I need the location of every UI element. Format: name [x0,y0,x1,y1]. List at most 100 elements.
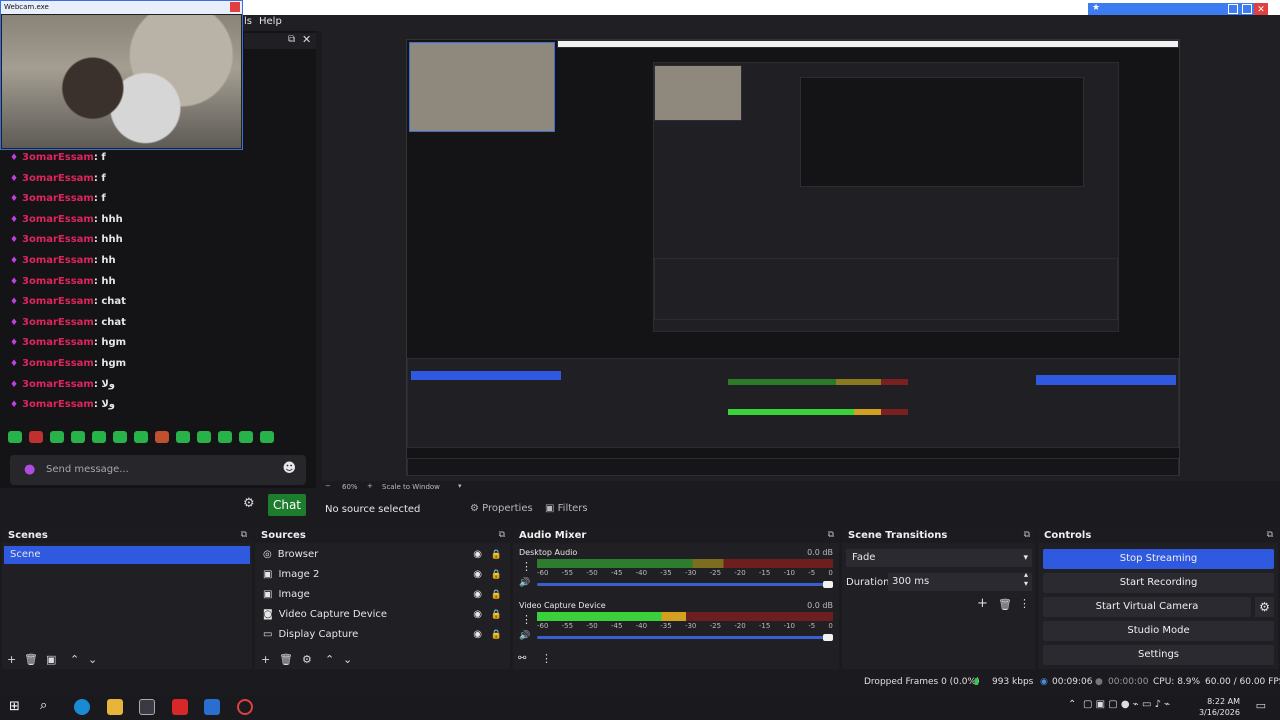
search-icon[interactable]: ⌕ [40,698,47,713]
chat-username[interactable]: 3omarEssam [22,152,94,163]
eye-icon[interactable]: ◉ [473,626,482,644]
source-item[interactable]: ▣ Image 2 ◉ 🔒 [257,566,508,584]
chat-username[interactable]: 3omarEssam [22,379,94,390]
eye-icon[interactable]: ◉ [473,586,482,604]
menu-item-help[interactable]: Help [259,16,282,27]
lock-icon[interactable]: 🔒 [491,546,502,564]
volume-slider-knob[interactable] [823,634,833,641]
more-icon[interactable]: ⋮ [541,652,552,665]
chat-username[interactable]: 3omarEssam [22,296,94,307]
emote-icon[interactable] [134,431,148,443]
emote-icon[interactable] [92,431,106,443]
emote-icon[interactable] [71,431,85,443]
chat-username[interactable]: 3omarEssam [22,255,94,266]
clock[interactable]: 8:22 AM 3/16/2026 [1199,696,1240,718]
chat-username[interactable]: 3omarEssam [22,317,94,328]
notification-icon[interactable]: ▭ [1256,699,1266,712]
close-icon[interactable] [230,2,240,12]
trash-icon[interactable]: 🗑 [24,653,38,666]
scale-mode[interactable]: Scale to Window [382,483,440,491]
properties-button[interactable]: ⚙ Properties [470,503,533,514]
close-icon[interactable]: ✕ [302,33,311,46]
volume-slider[interactable] [537,583,833,586]
obs-icon[interactable] [237,699,253,715]
float-icon[interactable]: ⧉ [1267,530,1273,540]
chat-button[interactable]: Chat [268,494,306,516]
studio-mode-button[interactable]: Studio Mode [1043,621,1274,641]
lock-icon[interactable]: 🔒 [491,566,502,584]
add-icon[interactable]: + [7,653,16,666]
add-icon[interactable]: + [977,596,988,611]
gear-icon[interactable]: ⚙ [1255,597,1274,617]
add-icon[interactable]: + [261,653,270,666]
chat-username[interactable]: 3omarEssam [22,276,94,287]
emote-icon[interactable] [197,431,211,443]
tray-icons[interactable]: ▢ ▣ ▢ ● ⌁ ▭ ♪ ⌁ [1083,699,1170,710]
source-item[interactable]: ▣ Image ◉ 🔒 [257,586,508,604]
start-recording-button[interactable]: Start Recording [1043,573,1274,593]
more-icon[interactable]: ⋮ [521,560,532,573]
chevron-up-icon[interactable]: ⌃ [70,653,79,666]
chevron-down-icon[interactable]: ▾ [458,482,462,490]
minimize-icon[interactable] [1228,4,1238,14]
lock-icon[interactable]: 🔒 [491,586,502,604]
chevron-down-icon[interactable]: ⌄ [88,653,97,666]
lock-icon[interactable]: 🔒 [491,626,502,644]
tray-chevron-icon[interactable]: ⌃ [1068,699,1076,710]
emote-icon[interactable] [176,431,190,443]
more-icon[interactable]: ⋮ [521,613,532,626]
speaker-icon[interactable]: 🔊 [519,578,530,588]
app-icon[interactable] [172,699,188,715]
volume-slider[interactable] [537,636,833,639]
trash-icon[interactable]: 🗑 [279,653,293,666]
chat-username[interactable]: 3omarEssam [22,214,94,225]
stepper-icon[interactable]: ▴ ▾ [1024,570,1028,588]
float-icon[interactable]: ⧉ [241,530,247,540]
link-icon[interactable]: ⚯ [518,653,526,664]
emote-icon[interactable] [50,431,64,443]
emote-icon[interactable] [218,431,232,443]
mic-icon[interactable]: ● [24,462,35,477]
chat-username[interactable]: 3omarEssam [22,337,94,348]
webcam-window[interactable]: Webcam.exe [0,0,243,150]
chat-username[interactable]: 3omarEssam [22,399,94,410]
emoji-icon[interactable]: ☻ [282,461,296,476]
float-icon[interactable]: ⧉ [828,530,834,540]
filters-button[interactable]: ▣ Filters [545,503,588,514]
zoom-in-icon[interactable]: + [367,482,373,490]
emote-icon[interactable] [260,431,274,443]
chat-username[interactable]: 3omarEssam [22,234,94,245]
stop-streaming-button[interactable]: Stop Streaming [1043,549,1274,569]
duration-input[interactable]: 300 ms ▴ ▾ [888,570,1032,591]
gear-icon[interactable]: ⚙ [243,496,255,511]
gear-icon[interactable]: ⚙ [302,653,312,666]
more-icon[interactable]: ⋮ [1019,597,1030,610]
chat-username[interactable]: 3omarEssam [22,358,94,369]
source-item[interactable]: ◎ Browser ◉ 🔒 [257,546,508,564]
volume-slider-knob[interactable] [823,581,833,588]
transition-select[interactable]: Fade ▾ [846,549,1032,567]
filter-icon[interactable]: ▣ [46,653,56,666]
float-icon[interactable]: ⧉ [499,530,505,540]
chevron-up-icon[interactable]: ⌃ [325,653,334,666]
store-icon[interactable] [139,699,155,715]
eye-icon[interactable]: ◉ [473,546,482,564]
menu-item-tools[interactable]: ls [244,16,252,27]
preview-canvas[interactable] [406,39,1180,476]
eye-icon[interactable]: ◉ [473,566,482,584]
start-virtual-camera-button[interactable]: Start Virtual Camera [1043,597,1251,617]
chat-username[interactable]: 3omarEssam [22,193,94,204]
source-item[interactable]: ◙ Video Capture Device ◉ 🔒 [257,606,508,624]
trash-icon[interactable]: 🗑 [998,598,1012,611]
emote-icon[interactable] [239,431,253,443]
chevron-down-icon[interactable]: ⌄ [343,653,352,666]
edge-icon[interactable] [74,699,90,715]
scene-item[interactable]: Scene [4,546,250,564]
float-icon[interactable]: ⧉ [288,34,295,45]
emote-icon[interactable] [155,431,169,443]
app-icon[interactable] [204,699,220,715]
settings-button[interactable]: Settings [1043,645,1274,665]
float-icon[interactable]: ⧉ [1024,530,1030,540]
emote-icon[interactable] [8,431,22,443]
emote-icon[interactable] [29,431,43,443]
